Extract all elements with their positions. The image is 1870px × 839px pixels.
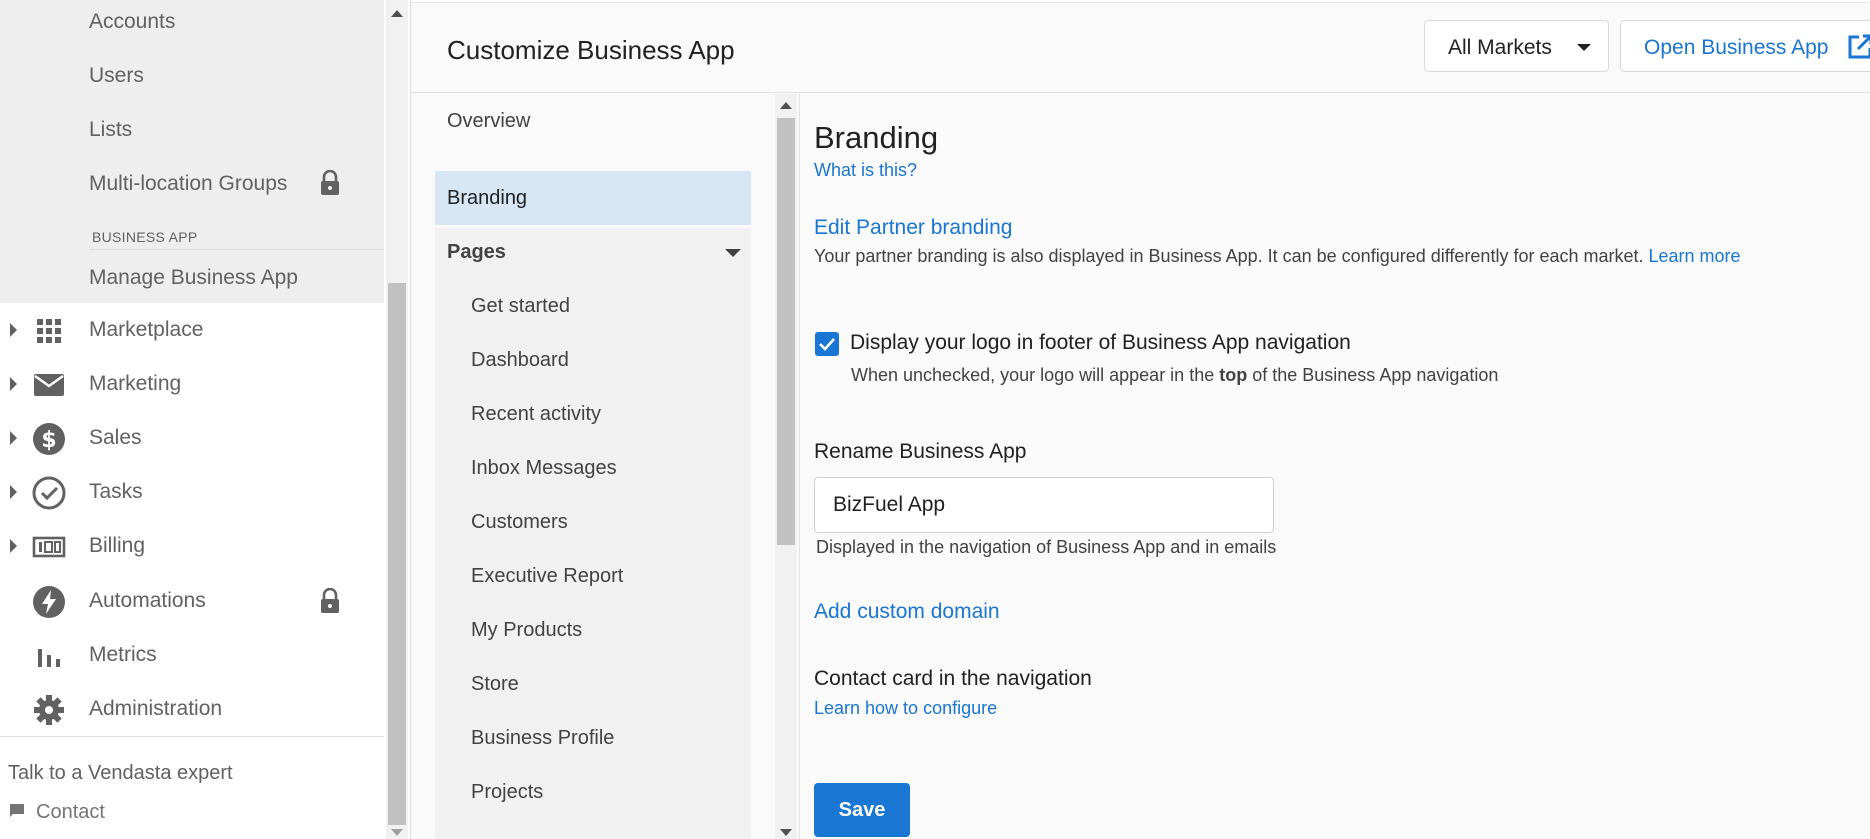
sidebar-subitem-multi-location-groups[interactable]: Multi-location Groups <box>89 172 287 196</box>
contact-label: Contact <box>36 801 105 823</box>
sidebar-submenu: Accounts Users Lists Multi-location Grou… <box>0 0 384 303</box>
markets-dropdown[interactable]: All Markets <box>1424 20 1609 72</box>
display-logo-label[interactable]: Display your logo in footer of Business … <box>850 331 1351 355</box>
svg-text:$: $ <box>41 428 56 453</box>
page-header: Customize Business App All Markets Open … <box>411 3 1870 93</box>
gear-icon <box>34 695 64 725</box>
sidebar-scrollbar-thumb[interactable] <box>388 283 406 825</box>
display-logo-checkbox[interactable] <box>815 332 839 356</box>
subnav-item-branding[interactable]: Branding <box>435 171 751 225</box>
billing-icon <box>32 536 66 558</box>
sidebar-subitem-users[interactable]: Users <box>89 64 144 88</box>
partner-branding-description: Your partner branding is also displayed … <box>814 246 1741 267</box>
open-business-app-label: Open Business App <box>1644 36 1829 59</box>
subnav-group-label: Pages <box>447 241 506 263</box>
hint-text-end: of the Business App navigation <box>1252 365 1499 385</box>
edit-partner-branding-link[interactable]: Edit Partner branding <box>814 216 1012 240</box>
subnav-page-my-products[interactable]: My Products <box>435 603 751 657</box>
sidebar-item-label: Metrics <box>89 643 157 666</box>
sidebar-item-marketing[interactable]: Marketing <box>0 360 384 410</box>
section-title: Branding <box>814 120 939 155</box>
grid-icon <box>37 319 61 343</box>
subnav-page-dashboard[interactable]: Dashboard <box>435 333 751 387</box>
checkmark-icon <box>819 338 835 351</box>
customize-subnav: Overview Branding Pages Get started Dash… <box>435 94 761 839</box>
caret-right-icon <box>10 431 17 445</box>
subnav-item-overview[interactable]: Overview <box>435 94 751 148</box>
save-button[interactable]: Save <box>814 783 910 837</box>
partner-branding-text: Your partner branding is also displayed … <box>814 246 1644 266</box>
contact-link[interactable]: Contact <box>8 801 105 824</box>
learn-how-to-configure-link[interactable]: Learn how to configure <box>814 698 997 719</box>
bar-chart-icon <box>38 649 60 667</box>
learn-more-link[interactable]: Learn more <box>1649 246 1741 266</box>
scroll-down-arrow-icon[interactable] <box>780 829 792 836</box>
sidebar-item-marketplace[interactable]: Marketplace <box>0 306 384 356</box>
talk-to-expert-label: Talk to a Vendasta expert <box>8 762 233 784</box>
branding-panel: Branding What is this? Edit Partner bran… <box>800 94 1870 839</box>
scroll-up-arrow-icon[interactable] <box>391 10 403 17</box>
what-is-this-link[interactable]: What is this? <box>814 160 917 181</box>
main-area: Customize Business App All Markets Open … <box>410 0 1870 839</box>
subnav-page-store[interactable]: Store <box>435 657 751 711</box>
subnav-page-customers[interactable]: Customers <box>435 495 751 549</box>
page-title: Customize Business App <box>447 35 735 65</box>
subnav-page-inbox-messages[interactable]: Inbox Messages <box>435 441 751 495</box>
hint-text-bold: top <box>1219 365 1248 385</box>
caret-right-icon <box>10 485 17 499</box>
lock-icon <box>321 170 339 195</box>
lock-icon <box>321 588 339 613</box>
rename-business-app-input[interactable] <box>814 477 1274 533</box>
subnav-page-projects[interactable]: Projects <box>435 765 751 819</box>
sidebar-item-automations[interactable]: Automations <box>0 577 384 627</box>
sidebar-section-business-app: BUSINESS APP <box>92 229 198 245</box>
sidebar-divider <box>0 736 384 737</box>
sidebar-item-administration[interactable]: Administration <box>0 685 384 735</box>
sidebar-divider <box>89 249 384 250</box>
markets-dropdown-label: All Markets <box>1448 36 1552 59</box>
subnav-page-get-started[interactable]: Get started <box>435 279 751 333</box>
display-logo-hint: When unchecked, your logo will appear in… <box>851 365 1498 386</box>
sidebar-subitem-accounts[interactable]: Accounts <box>89 10 175 34</box>
mail-icon <box>34 374 64 396</box>
sidebar-item-label: Tasks <box>89 480 143 503</box>
rename-business-app-hint: Displayed in the navigation of Business … <box>816 537 1277 557</box>
left-sidebar: Accounts Users Lists Multi-location Grou… <box>0 0 410 839</box>
sidebar-item-sales[interactable]: $ Sales <box>0 414 384 464</box>
sidebar-item-label: Administration <box>89 697 223 720</box>
contact-card-label: Contact card in the navigation <box>814 667 1092 690</box>
sidebar-item-metrics[interactable]: Metrics <box>0 631 384 681</box>
subnav-page-business-profile[interactable]: Business Profile <box>435 711 751 765</box>
sidebar-item-billing[interactable]: Billing <box>0 522 384 572</box>
sidebar-item-label: Sales <box>89 426 142 449</box>
sidebar-item-label: Billing <box>89 534 146 557</box>
dollar-icon: $ <box>33 423 65 455</box>
caret-right-icon <box>10 539 17 553</box>
caret-right-icon <box>10 323 17 337</box>
caret-right-icon <box>10 377 17 391</box>
check-circle-icon <box>32 476 66 510</box>
open-business-app-button[interactable]: Open Business App <box>1620 20 1870 72</box>
sidebar-subitem-lists[interactable]: Lists <box>89 118 132 142</box>
sidebar-item-label: Automations <box>89 589 206 612</box>
caret-down-icon <box>725 249 741 257</box>
sidebar-subitem-manage-business-app[interactable]: Manage Business App <box>89 266 298 290</box>
sidebar-item-label: Marketing <box>89 372 182 395</box>
add-custom-domain-link[interactable]: Add custom domain <box>814 600 1000 624</box>
scroll-up-arrow-icon[interactable] <box>780 102 792 109</box>
subnav-group-pages[interactable]: Pages <box>435 225 751 279</box>
subnav-page-recent-activity[interactable]: Recent activity <box>435 387 751 441</box>
sidebar-item-label: Marketplace <box>89 318 204 341</box>
bolt-icon <box>33 586 65 618</box>
subnav-scrollbar-thumb[interactable] <box>777 118 795 545</box>
subnav-page-executive-report[interactable]: Executive Report <box>435 549 751 603</box>
sidebar-item-tasks[interactable]: Tasks <box>0 468 384 518</box>
open-in-new-icon <box>1848 34 1870 59</box>
caret-down-icon <box>1577 44 1591 51</box>
scroll-down-arrow-icon[interactable] <box>391 829 403 836</box>
hint-text-start: When unchecked, your logo will appear in… <box>851 365 1215 385</box>
rename-business-app-label: Rename Business App <box>814 440 1027 463</box>
chat-icon <box>10 804 24 817</box>
